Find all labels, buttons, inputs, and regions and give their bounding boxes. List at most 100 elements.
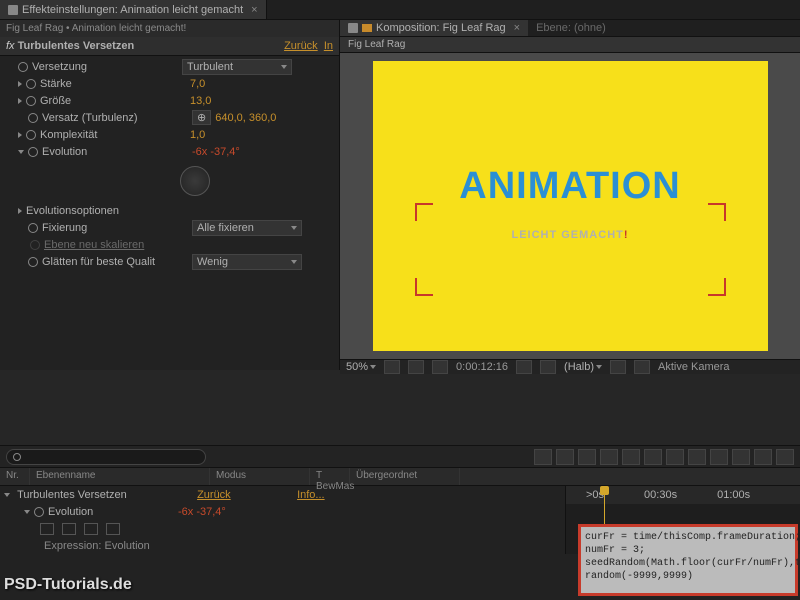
stopwatch-icon[interactable] (28, 147, 38, 157)
expand-icon[interactable] (18, 98, 22, 104)
expression-menu-icon[interactable] (106, 523, 120, 535)
tool-brush-icon[interactable] (754, 449, 772, 465)
expand-icon[interactable] (18, 132, 22, 138)
chevron-down-icon (291, 226, 297, 230)
expression-graph-icon[interactable] (62, 523, 76, 535)
search-input[interactable] (6, 449, 206, 465)
expression-editor[interactable]: curFr = time/thisComp.frameDuration; num… (578, 524, 798, 596)
composition-viewer[interactable]: ANIMATION LEICHT GEMACHT! (340, 53, 800, 359)
versatz-value[interactable]: 640,0, 360,0 (215, 112, 276, 124)
snapshot-icon[interactable] (516, 360, 532, 374)
3d-icon[interactable] (634, 360, 650, 374)
view-icon[interactable] (610, 360, 626, 374)
col-parent[interactable]: Übergeordnet (350, 468, 460, 485)
effect-name[interactable]: Turbulentes Versetzen (18, 40, 135, 52)
camera-dropdown[interactable]: Aktive Kamera (658, 361, 730, 373)
zoom-control[interactable]: 50% (346, 361, 376, 373)
tool-pen-icon[interactable] (710, 449, 728, 465)
prop-evolution[interactable]: Evolution-6x -37,4° (0, 143, 339, 160)
tool-camera-icon[interactable] (622, 449, 640, 465)
expand-icon[interactable] (18, 81, 22, 87)
info-link[interactable]: In (324, 40, 333, 52)
resolution-icon[interactable] (384, 360, 400, 374)
evolution-dial-wrap (0, 160, 339, 202)
stopwatch-icon[interactable] (28, 113, 38, 123)
stopwatch-icon[interactable] (28, 223, 38, 233)
tool-rect-icon[interactable] (688, 449, 706, 465)
staerke-value[interactable]: 7,0 (190, 78, 205, 90)
col-trackmatte[interactable]: T BewMas (310, 468, 350, 485)
col-nr[interactable]: Nr. (0, 468, 30, 485)
expression-enable-icon[interactable] (40, 523, 54, 535)
corner-bracket (415, 278, 433, 296)
collapse-icon[interactable] (18, 150, 24, 154)
tab-label: Effekteinstellungen: Animation leicht ge… (22, 4, 243, 16)
prop-groesse[interactable]: Größe13,0 (0, 92, 339, 109)
timeline-tools (534, 449, 794, 465)
stopwatch-icon[interactable] (18, 62, 28, 72)
stopwatch-icon[interactable] (26, 130, 36, 140)
viewer-footer: 50% 0:00:12:16 (Halb) Aktive Kamera (340, 359, 800, 374)
expand-icon[interactable] (18, 208, 22, 214)
folder-icon (362, 24, 372, 32)
rotation-dial[interactable] (180, 166, 210, 196)
evolution-value[interactable]: -6x -37,4° (192, 146, 240, 158)
tool-hand-icon[interactable] (556, 449, 574, 465)
prop-skalieren: Ebene neu skalieren (0, 236, 339, 253)
groesse-value[interactable]: 13,0 (190, 95, 211, 107)
stopwatch-icon[interactable] (34, 507, 44, 517)
prop-versetzung[interactable]: VersetzungTurbulent (0, 58, 339, 75)
tool-rotate-icon[interactable] (600, 449, 618, 465)
tab-komposition[interactable]: Komposition: Fig Leaf Rag× (340, 20, 528, 36)
tab-close-icon[interactable]: × (251, 4, 257, 16)
stopwatch-icon[interactable] (28, 257, 38, 267)
stopwatch-icon[interactable] (26, 96, 36, 106)
close-icon[interactable]: × (514, 22, 520, 34)
prop-staerke[interactable]: Stärke7,0 (0, 75, 339, 92)
tool-text-icon[interactable] (732, 449, 750, 465)
collapse-icon[interactable] (4, 493, 10, 497)
col-name[interactable]: Ebenenname (30, 468, 210, 485)
timeline-left-pane: Turbulentes VersetzenZurückInfo... Evolu… (0, 486, 565, 554)
prop-fixierung[interactable]: FixierungAlle fixieren (0, 219, 339, 236)
comp-subtab[interactable]: Fig Leaf Rag (340, 37, 800, 53)
chevron-down-icon (281, 65, 287, 69)
evolution-row[interactable]: Evolution-6x -37,4° (0, 503, 565, 520)
guides-icon[interactable] (432, 360, 448, 374)
collapse-icon[interactable] (24, 510, 30, 514)
canvas-text-line1: ANIMATION (459, 167, 681, 205)
tool-cursor-icon[interactable] (534, 449, 552, 465)
timecode[interactable]: 0:00:12:16 (456, 361, 508, 373)
pickwhip-icon[interactable] (84, 523, 98, 535)
timeline-toolbar (0, 446, 800, 468)
komplex-value[interactable]: 1,0 (190, 129, 205, 141)
breadcrumb: Fig Leaf Rag • Animation leicht gemacht! (0, 20, 339, 37)
resolution-dropdown[interactable]: (Halb) (564, 361, 602, 373)
tool-zoom-icon[interactable] (578, 449, 596, 465)
effect-row[interactable]: Turbulentes VersetzenZurückInfo... (0, 486, 565, 503)
grid-icon[interactable] (408, 360, 424, 374)
tool-anchor-icon[interactable] (666, 449, 684, 465)
fx-icon: fx (6, 40, 18, 52)
reset-link[interactable]: Zurück (284, 40, 318, 52)
prop-glaetten[interactable]: Glätten für beste QualitWenig (0, 253, 339, 270)
fixierung-dropdown[interactable]: Alle fixieren (192, 220, 302, 236)
property-list: VersetzungTurbulent Stärke7,0 Größe13,0 … (0, 56, 339, 272)
tab-effect-settings[interactable]: Effekteinstellungen: Animation leicht ge… (0, 0, 267, 19)
comp-canvas: ANIMATION LEICHT GEMACHT! (373, 61, 768, 351)
tool-pan-icon[interactable] (644, 449, 662, 465)
anchor-point-icon[interactable]: ⊕ (192, 110, 211, 125)
versetzung-dropdown[interactable]: Turbulent (182, 59, 292, 75)
col-modus[interactable]: Modus (210, 468, 310, 485)
tab-ebene[interactable]: Ebene: (ohne) (528, 20, 614, 36)
corner-bracket (708, 278, 726, 296)
stopwatch-icon[interactable] (26, 79, 36, 89)
prop-versatz[interactable]: Versatz (Turbulenz)⊕640,0, 360,0 (0, 109, 339, 126)
glaetten-dropdown[interactable]: Wenig (192, 254, 302, 270)
stopwatch-icon (30, 240, 40, 250)
tool-stamp-icon[interactable] (776, 449, 794, 465)
channel-icon[interactable] (540, 360, 556, 374)
chevron-down-icon (596, 365, 602, 369)
prop-evooptions[interactable]: Evolutionsoptionen (0, 202, 339, 219)
prop-komplex[interactable]: Komplexität1,0 (0, 126, 339, 143)
